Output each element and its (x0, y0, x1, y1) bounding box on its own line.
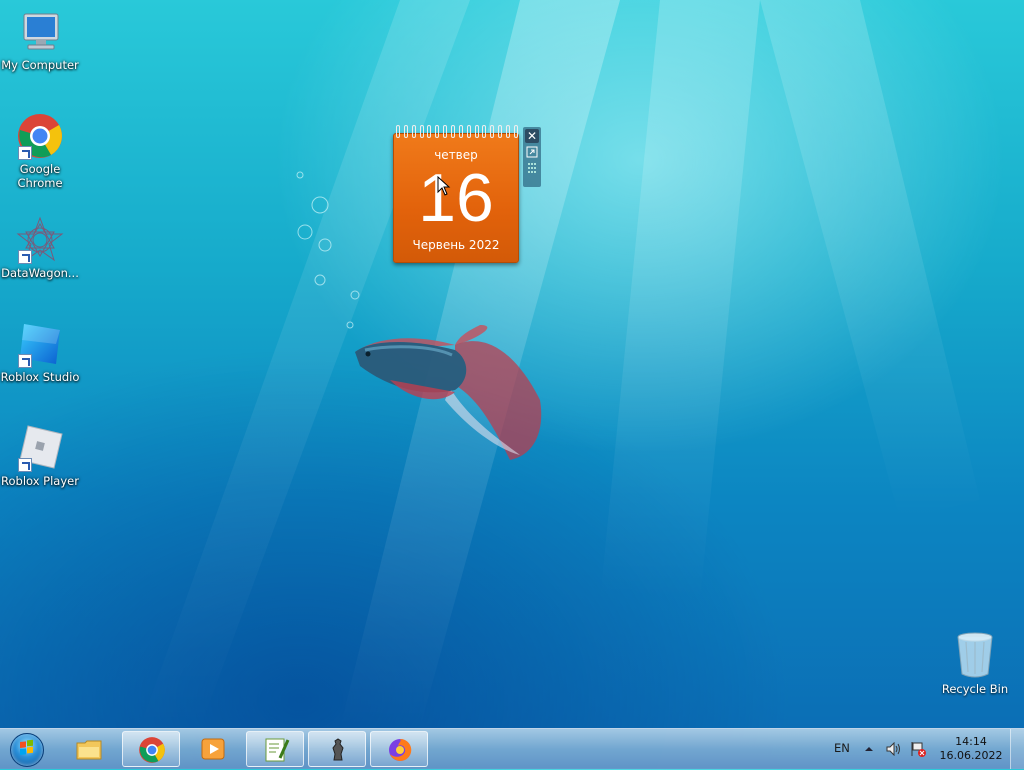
taskbar-item-chess[interactable] (308, 731, 366, 767)
desktop-icon-roblox-player[interactable]: Roblox Player (0, 424, 80, 488)
taskbar-item-chrome[interactable] (122, 731, 180, 767)
desktop-icon-datawagon[interactable]: DataWagon... (0, 216, 80, 280)
desktop-icon-google-chrome[interactable]: Google Chrome (0, 112, 80, 190)
volume-icon[interactable] (886, 741, 900, 757)
betta-fish (355, 325, 542, 460)
calendar-gadget[interactable]: четвер 16 Червень 2022 ✕ (393, 125, 541, 265)
firefox-icon (386, 736, 414, 764)
calendar-page[interactable]: четвер 16 Червень 2022 (393, 133, 519, 263)
shortcut-arrow-icon (18, 250, 32, 264)
start-button[interactable] (4, 731, 48, 767)
desktop-icon-label: My Computer (1, 58, 79, 72)
shortcut-arrow-icon (18, 458, 32, 472)
roblox-studio-icon (16, 320, 64, 368)
chrome-icon (16, 112, 64, 160)
action-center-flag-icon[interactable] (910, 741, 926, 757)
taskbar: EN 14:14 16.06.2022 (0, 728, 1024, 769)
chevron-up-icon (865, 747, 873, 751)
taskbar-item-media-player[interactable] (184, 731, 242, 767)
gadget-close-button[interactable]: ✕ (525, 129, 539, 143)
expand-icon (526, 146, 538, 158)
mouse-cursor-icon (437, 176, 451, 196)
desktop-icon-label: Recycle Bin (941, 682, 1009, 696)
gadget-size-button[interactable] (525, 145, 539, 159)
desktop-icon-my-computer[interactable]: My Computer (0, 8, 80, 72)
desktop-icon-roblox-studio[interactable]: Roblox Studio (0, 320, 80, 384)
chess-icon (324, 736, 352, 764)
chrome-icon (138, 736, 166, 764)
system-clock[interactable]: 14:14 16.06.2022 (938, 735, 1004, 763)
language-indicator[interactable]: EN (834, 741, 850, 755)
start-orb-icon (10, 733, 44, 767)
taskbar-item-notepad-plus[interactable] (246, 731, 304, 767)
desktop-icon-recycle-bin[interactable]: Recycle Bin (935, 630, 1015, 696)
calendar-month-year: Червень 2022 (412, 238, 500, 252)
taskbar-item-firefox[interactable] (370, 731, 428, 767)
gadget-drag-handle[interactable] (525, 161, 539, 175)
desktop-icon-label: DataWagon... (1, 266, 79, 280)
clock-time: 14:14 (955, 735, 987, 748)
taskbar-item-explorer[interactable] (60, 731, 118, 767)
desktop-icon-label-line2: Chrome (17, 176, 63, 190)
shortcut-arrow-icon (18, 354, 32, 368)
roblox-player-icon (16, 424, 64, 472)
show-hidden-icons-button[interactable] (864, 741, 878, 755)
calendar-day-number: 16 (418, 160, 494, 236)
gadget-toolbar: ✕ (523, 127, 541, 187)
wallpaper (140, 0, 980, 728)
datawagon-icon (16, 216, 64, 264)
shortcut-arrow-icon (18, 146, 32, 160)
desktop-icon-label: Roblox Studio (0, 370, 80, 384)
show-desktop-button[interactable] (1010, 729, 1024, 769)
calendar-spiral-rings (396, 125, 518, 139)
notepad-plus-icon (262, 736, 290, 764)
desktop-icon-label-line1: Google (19, 162, 61, 176)
clock-date: 16.06.2022 (939, 749, 1003, 762)
computer-icon (16, 8, 64, 56)
drag-grip-icon (528, 163, 536, 173)
recycle-bin-icon (951, 630, 999, 680)
media-player-icon (199, 735, 227, 763)
desktop-icon-label: Roblox Player (1, 474, 79, 488)
explorer-icon (75, 735, 103, 763)
